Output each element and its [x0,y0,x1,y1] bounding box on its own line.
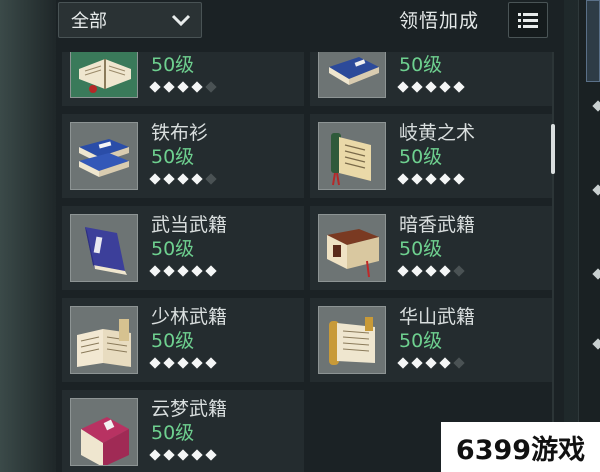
book-thumbnail [70,214,138,282]
book-card[interactable]: 云梦武籍 50级 [62,390,304,472]
list-view-button[interactable] [508,2,548,38]
star-rating [149,448,217,462]
book-name: 暗香武籍 [399,214,476,236]
star-filled-icon [453,81,465,93]
star-filled-icon [177,265,189,277]
book-card[interactable]: 少林武籍 50级 [62,298,304,382]
star-filled-icon [397,357,409,369]
scrollbar-thumb[interactable] [551,124,555,174]
book-name: 少林武籍 [151,306,228,328]
book-thumbnail [70,306,138,374]
star-filled-icon [397,81,409,93]
book-thumbnail [318,122,386,190]
star-filled-icon [191,81,203,93]
star-filled-icon [425,173,437,185]
star-filled-icon [163,81,175,93]
list-icon [518,13,538,28]
star-filled-icon [191,265,203,277]
star-filled-icon [425,81,437,93]
star-rating [397,80,465,94]
star-filled-icon [177,81,189,93]
star-filled-icon [411,173,423,185]
book-name: 云梦武籍 [151,398,228,420]
book-level: 50级 [151,54,195,76]
book-card[interactable]: 武当武籍 50级 [62,206,304,290]
category-filter-label: 全部 [71,11,107,32]
book-thumbnail [318,214,386,282]
star-filled-icon [149,173,161,185]
star-rating [149,264,217,278]
star-filled-icon [397,265,409,277]
star-rating [397,356,465,370]
star-filled-icon [439,173,451,185]
star-filled-icon [411,81,423,93]
star-filled-icon [205,265,217,277]
star-filled-icon [205,357,217,369]
star-filled-icon [149,357,161,369]
book-card[interactable]: 华山武籍 50级 [310,298,552,382]
star-filled-icon [411,357,423,369]
star-empty-icon [205,173,217,185]
chevron-down-icon [171,14,191,27]
book-card[interactable]: 50级 [62,52,304,106]
star-rating [397,172,465,186]
star-filled-icon [397,173,409,185]
book-card[interactable]: 铁布衫 50级 [62,114,304,198]
book-level: 50级 [151,330,195,352]
star-empty-icon [205,81,217,93]
star-rating [397,264,465,278]
book-name: 华山武籍 [399,306,476,328]
star-filled-icon [163,265,175,277]
star-filled-icon [425,357,437,369]
star-rating [149,356,217,370]
left-edge-decoration [0,0,56,472]
star-filled-icon [439,81,451,93]
star-filled-icon [191,449,203,461]
book-level: 50级 [151,238,195,260]
star-filled-icon [439,357,451,369]
book-thumbnail [318,52,386,98]
book-card[interactable]: 50级 [310,52,552,106]
star-filled-icon [411,265,423,277]
star-filled-icon [177,173,189,185]
star-filled-icon [425,265,437,277]
star-filled-icon [177,449,189,461]
book-name: 铁布衫 [151,122,209,144]
star-filled-icon [191,173,203,185]
book-card[interactable]: 岐黄之术 50级 [310,114,552,198]
side-tab[interactable] [586,0,600,82]
book-level: 50级 [399,238,443,260]
star-filled-icon [439,265,451,277]
book-level: 50级 [151,422,195,444]
book-thumbnail [70,122,138,190]
star-filled-icon [177,357,189,369]
book-level: 50级 [151,146,195,168]
book-thumbnail [318,306,386,374]
star-filled-icon [453,173,465,185]
comprehension-bonus-label[interactable]: 领悟加成 [399,6,479,33]
book-level: 50级 [399,146,443,168]
star-filled-icon [163,357,175,369]
star-empty-icon [453,357,465,369]
book-thumbnail [70,52,138,98]
star-filled-icon [149,449,161,461]
book-level: 50级 [399,330,443,352]
site-watermark: 6399游戏 [441,422,600,472]
star-filled-icon [163,449,175,461]
category-filter-dropdown[interactable]: 全部 [58,2,202,38]
book-name: 岐黄之术 [399,122,476,144]
star-rating [149,172,217,186]
star-rating [149,80,217,94]
book-level: 50级 [399,54,443,76]
book-thumbnail [70,398,138,466]
book-card[interactable]: 暗香武籍 50级 [310,206,552,290]
star-filled-icon [149,265,161,277]
star-filled-icon [149,81,161,93]
book-grid: 50级 50级 铁布衫 50级 岐黄之术 50级 武当武籍 50级 暗香武籍 5… [62,52,554,472]
star-empty-icon [453,265,465,277]
star-filled-icon [163,173,175,185]
star-filled-icon [205,449,217,461]
book-name: 武当武籍 [151,214,228,236]
star-filled-icon [191,357,203,369]
